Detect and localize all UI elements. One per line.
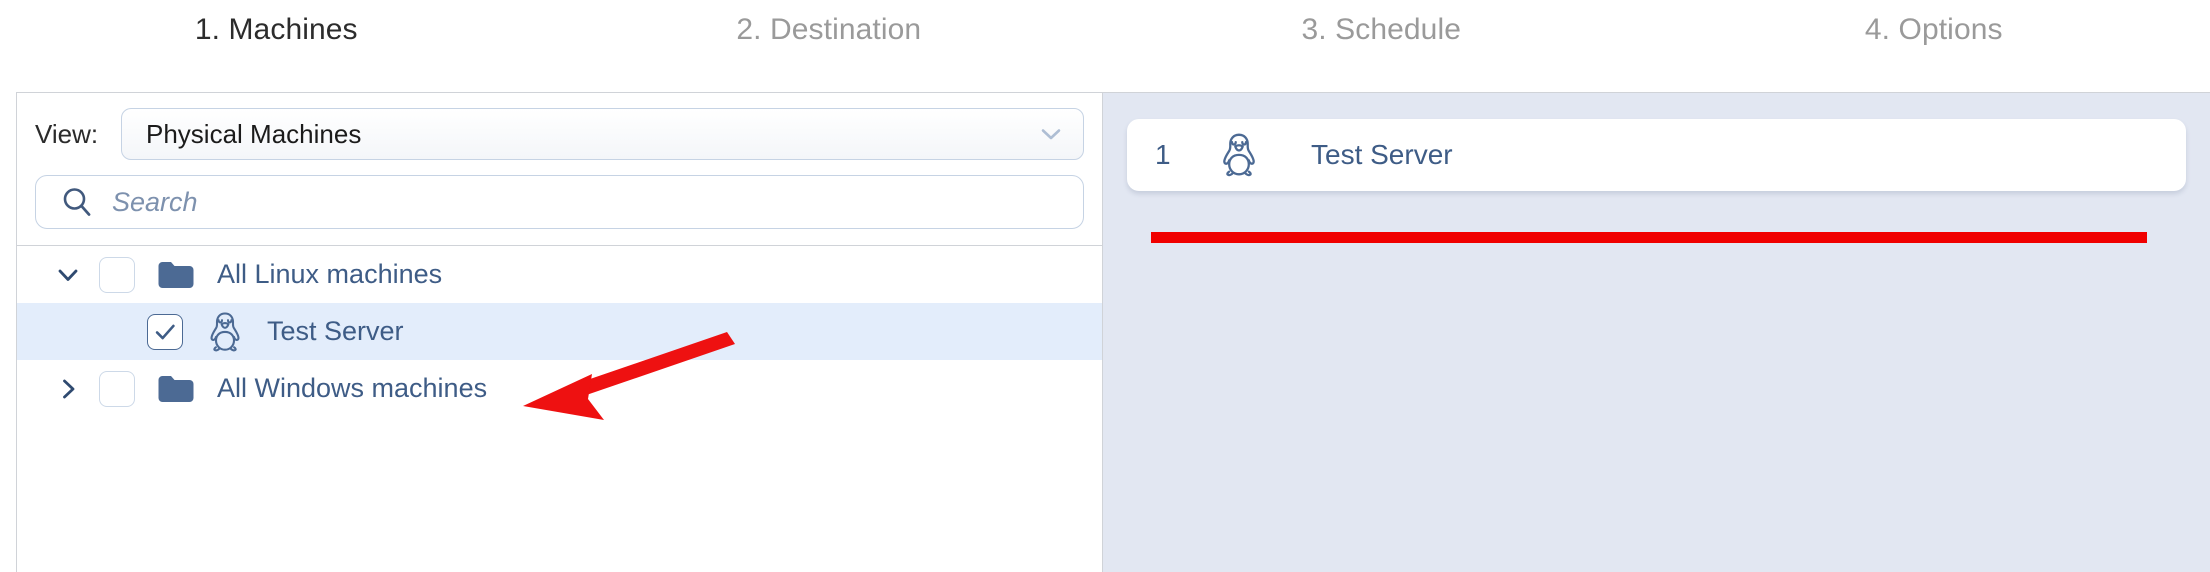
tab-options-label: 4. Options — [1865, 13, 2003, 46]
folder-icon — [157, 374, 195, 404]
selected-machines-pane: 1 Test Server — [1103, 93, 2210, 572]
tux-penguin-icon — [205, 310, 245, 354]
machines-tree: All Linux machines — [17, 246, 1102, 572]
tree-row[interactable]: All Linux machines — [17, 246, 1102, 303]
tree-row[interactable]: Test Server — [17, 303, 1102, 360]
selected-machine-item[interactable]: 1 Test Server — [1127, 119, 2186, 191]
chevron-down-icon[interactable] — [51, 258, 85, 292]
search-input[interactable] — [112, 187, 1065, 218]
tab-schedule-label: 3. Schedule — [1301, 13, 1461, 46]
tab-destination-label: 2. Destination — [736, 13, 921, 46]
tab-schedule[interactable]: 3. Schedule — [1105, 15, 1658, 45]
wizard-content-panel: View: Physical Machines — [16, 92, 2210, 572]
search-box[interactable] — [35, 175, 1084, 229]
tree-row-label: All Linux machines — [217, 261, 442, 288]
selected-machine-index: 1 — [1155, 141, 1217, 169]
view-select-value: Physical Machines — [146, 121, 1037, 147]
tux-penguin-icon — [1217, 131, 1261, 179]
tab-machines[interactable]: 1. Machines — [0, 15, 553, 45]
chevron-right-icon[interactable] — [51, 372, 85, 406]
machines-browser-pane: View: Physical Machines — [17, 93, 1103, 572]
tree-row-checkbox[interactable] — [99, 257, 135, 293]
tab-machines-label: 1. Machines — [195, 13, 358, 46]
chevron-down-icon — [1037, 120, 1065, 148]
search-icon — [60, 185, 94, 219]
filter-area: View: Physical Machines — [17, 93, 1102, 246]
tree-row[interactable]: All Windows machines — [17, 360, 1102, 417]
view-select[interactable]: Physical Machines — [121, 108, 1084, 160]
red-underline-annotation — [1151, 232, 2147, 243]
selected-machine-label: Test Server — [1311, 141, 1453, 169]
tab-destination[interactable]: 2. Destination — [553, 15, 1106, 45]
tree-row-label: Test Server — [267, 318, 404, 345]
folder-icon — [157, 260, 195, 290]
view-label: View: — [35, 121, 121, 147]
view-row: View: Physical Machines — [35, 107, 1084, 161]
wizard-step-tabs: 1. Machines 2. Destination 3. Schedule 4… — [0, 0, 2210, 60]
tree-row-label: All Windows machines — [217, 375, 487, 402]
tree-row-checkbox[interactable] — [147, 314, 183, 350]
tab-options[interactable]: 4. Options — [1658, 15, 2210, 45]
tree-row-checkbox[interactable] — [99, 371, 135, 407]
